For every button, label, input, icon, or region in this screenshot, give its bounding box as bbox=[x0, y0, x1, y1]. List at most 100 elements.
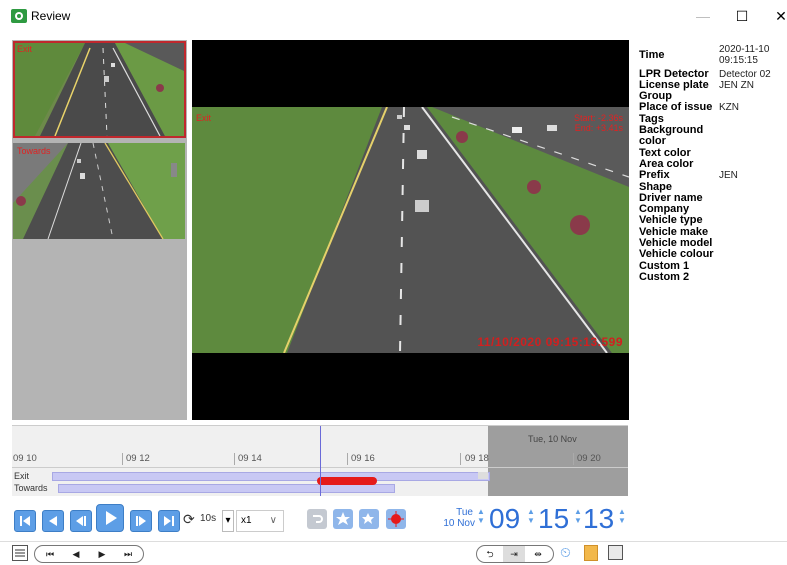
info-key: Time bbox=[639, 49, 665, 61]
next-event-button[interactable]: ▶ bbox=[91, 546, 113, 562]
video-timestamp: 11/10/2020 09:15:13.599 bbox=[477, 335, 623, 349]
maximize-button[interactable]: ☐ bbox=[722, 6, 762, 26]
info-value: 2020-11-10 09:15:15 bbox=[719, 44, 770, 67]
recording-bar-exit-end bbox=[478, 472, 488, 479]
window-title: Review bbox=[31, 9, 71, 23]
clip-end: End: +3.41s bbox=[574, 123, 623, 133]
info-row: Vehicle colour bbox=[639, 248, 787, 261]
tick-label: 09 14 bbox=[238, 453, 262, 464]
info-value: Detector 02 bbox=[719, 68, 771, 80]
info-key: Prefix bbox=[639, 169, 670, 182]
speed-select[interactable]: x1 ∨ bbox=[236, 510, 284, 532]
step-back-button[interactable] bbox=[42, 510, 64, 532]
recording-bar-exit[interactable] bbox=[52, 472, 490, 481]
info-row: Prefix JEN bbox=[639, 169, 787, 182]
video-frame: Exit Start: -2.36s End: +3.41s 11/10/202… bbox=[192, 107, 629, 353]
sync-forward-button[interactable]: ⇥ bbox=[503, 546, 525, 562]
minimize-button[interactable]: — bbox=[683, 6, 723, 26]
fullscreen-icon[interactable] bbox=[608, 545, 623, 560]
record-snapshot-button[interactable] bbox=[386, 509, 406, 529]
sync-mode-group: ⮌ ⇥ ⇹ bbox=[476, 545, 554, 563]
date-display: Tue bbox=[445, 507, 473, 518]
playhead-cursor[interactable] bbox=[320, 426, 321, 496]
second-value[interactable]: 13 bbox=[583, 504, 614, 534]
play-icon bbox=[106, 511, 117, 525]
event-navigation: ⏮ ◀ ▶ ⏭ bbox=[34, 545, 144, 563]
info-row: Custom 2 bbox=[639, 271, 787, 283]
timeline-date: Tue, 10 Nov bbox=[528, 434, 577, 444]
day-date: 10 Nov bbox=[443, 518, 475, 529]
tick bbox=[573, 453, 574, 465]
bookmark-edit-button[interactable] bbox=[359, 509, 379, 529]
tick-label: 09 18 bbox=[465, 453, 489, 464]
info-row: Time 2020-11-10 09:15:15 bbox=[639, 44, 787, 67]
export-file-icon[interactable] bbox=[584, 545, 598, 561]
info-value: JEN bbox=[719, 170, 738, 182]
loop-dropdown[interactable]: ▾ bbox=[222, 510, 234, 532]
frame-back-icon bbox=[76, 516, 86, 526]
step-back-icon bbox=[49, 516, 57, 526]
bookmark-button[interactable] bbox=[333, 509, 353, 529]
list-icon bbox=[15, 549, 25, 557]
skip-start-icon bbox=[20, 516, 30, 526]
frame-forward-button[interactable] bbox=[130, 510, 152, 532]
recording-bar-towards[interactable] bbox=[58, 484, 395, 493]
skip-end-icon bbox=[164, 516, 174, 526]
sync-both-button[interactable]: ⇹ bbox=[527, 546, 549, 562]
video-player[interactable]: Exit Start: -2.36s End: +3.41s 11/10/202… bbox=[192, 40, 629, 420]
video-camera-label: Exit bbox=[196, 113, 212, 123]
timeline[interactable]: Tue, 10 Nov 09 10 09 12 09 14 09 16 09 1… bbox=[12, 425, 628, 496]
event-details-panel: Time 2020-11-10 09:15:15 LPR Detector Detec… bbox=[639, 44, 787, 283]
record-icon bbox=[388, 511, 404, 527]
clip-start: Start: -2.36s bbox=[573, 113, 623, 123]
info-value: JEN ZN bbox=[719, 79, 754, 91]
track-label-exit: Exit bbox=[14, 471, 30, 481]
tick-label: 09 16 bbox=[351, 453, 375, 464]
last-event-button[interactable]: ⏭ bbox=[117, 546, 139, 562]
app-icon bbox=[11, 9, 27, 23]
tick bbox=[460, 453, 461, 465]
road-scene-image bbox=[192, 107, 629, 353]
frame-back-button[interactable] bbox=[70, 510, 92, 532]
date-spinner-arrows[interactable]: ▲ ▼ bbox=[477, 507, 485, 525]
lpr-event-marker[interactable] bbox=[317, 477, 377, 485]
speed-value: x1 bbox=[241, 515, 252, 526]
close-button[interactable]: ✕ bbox=[761, 6, 787, 26]
info-value: KZN bbox=[719, 102, 739, 114]
play-button[interactable] bbox=[96, 504, 124, 532]
export-icon bbox=[313, 515, 323, 523]
day-name: Tue bbox=[456, 507, 473, 518]
exit-road-image bbox=[15, 43, 184, 136]
tick bbox=[347, 453, 348, 465]
camera-thumbnail-towards[interactable]: Towards bbox=[13, 143, 185, 239]
chevron-down-icon: ∨ bbox=[269, 515, 277, 526]
skip-to-start-button[interactable] bbox=[14, 510, 36, 532]
bookmark-edit-icon bbox=[362, 513, 374, 524]
clock-settings-icon[interactable]: ⏲ bbox=[560, 544, 571, 561]
bookmark-star-icon bbox=[336, 512, 350, 525]
tick-label: 09 20 bbox=[577, 453, 601, 464]
camera-thumbnail-exit[interactable]: Exit bbox=[13, 41, 186, 138]
previous-event-button[interactable]: ◀ bbox=[65, 546, 87, 562]
first-event-button[interactable]: ⏮ bbox=[39, 546, 61, 562]
skip-to-end-button[interactable] bbox=[158, 510, 180, 532]
clip-range: Start: -2.36s End: +3.41s bbox=[574, 113, 623, 133]
towards-road-image bbox=[13, 143, 185, 239]
camera-list-panel: Exit Towards bbox=[12, 40, 187, 420]
loop-duration: 10s bbox=[200, 513, 217, 524]
minute-spinner-arrows[interactable]: ▲ ▼ bbox=[574, 507, 582, 525]
hour-value[interactable]: 09 bbox=[489, 504, 520, 534]
info-row: Background color bbox=[639, 125, 787, 148]
minute-value[interactable]: 15 bbox=[538, 504, 569, 534]
info-key: Vehicle colour bbox=[639, 248, 714, 261]
second-spinner-arrows[interactable]: ▲ ▼ bbox=[618, 507, 626, 525]
tick bbox=[122, 453, 123, 465]
loop-icon: ⟳ bbox=[183, 511, 195, 527]
sync-back-button[interactable]: ⮌ bbox=[479, 546, 501, 562]
export-button[interactable] bbox=[307, 509, 327, 529]
tick-label: 09 12 bbox=[126, 453, 150, 464]
hour-spinner-arrows[interactable]: ▲ ▼ bbox=[527, 507, 535, 525]
track-label-towards: Towards bbox=[14, 483, 48, 493]
info-key: Background color bbox=[639, 124, 704, 148]
list-view-icon[interactable] bbox=[12, 545, 28, 561]
